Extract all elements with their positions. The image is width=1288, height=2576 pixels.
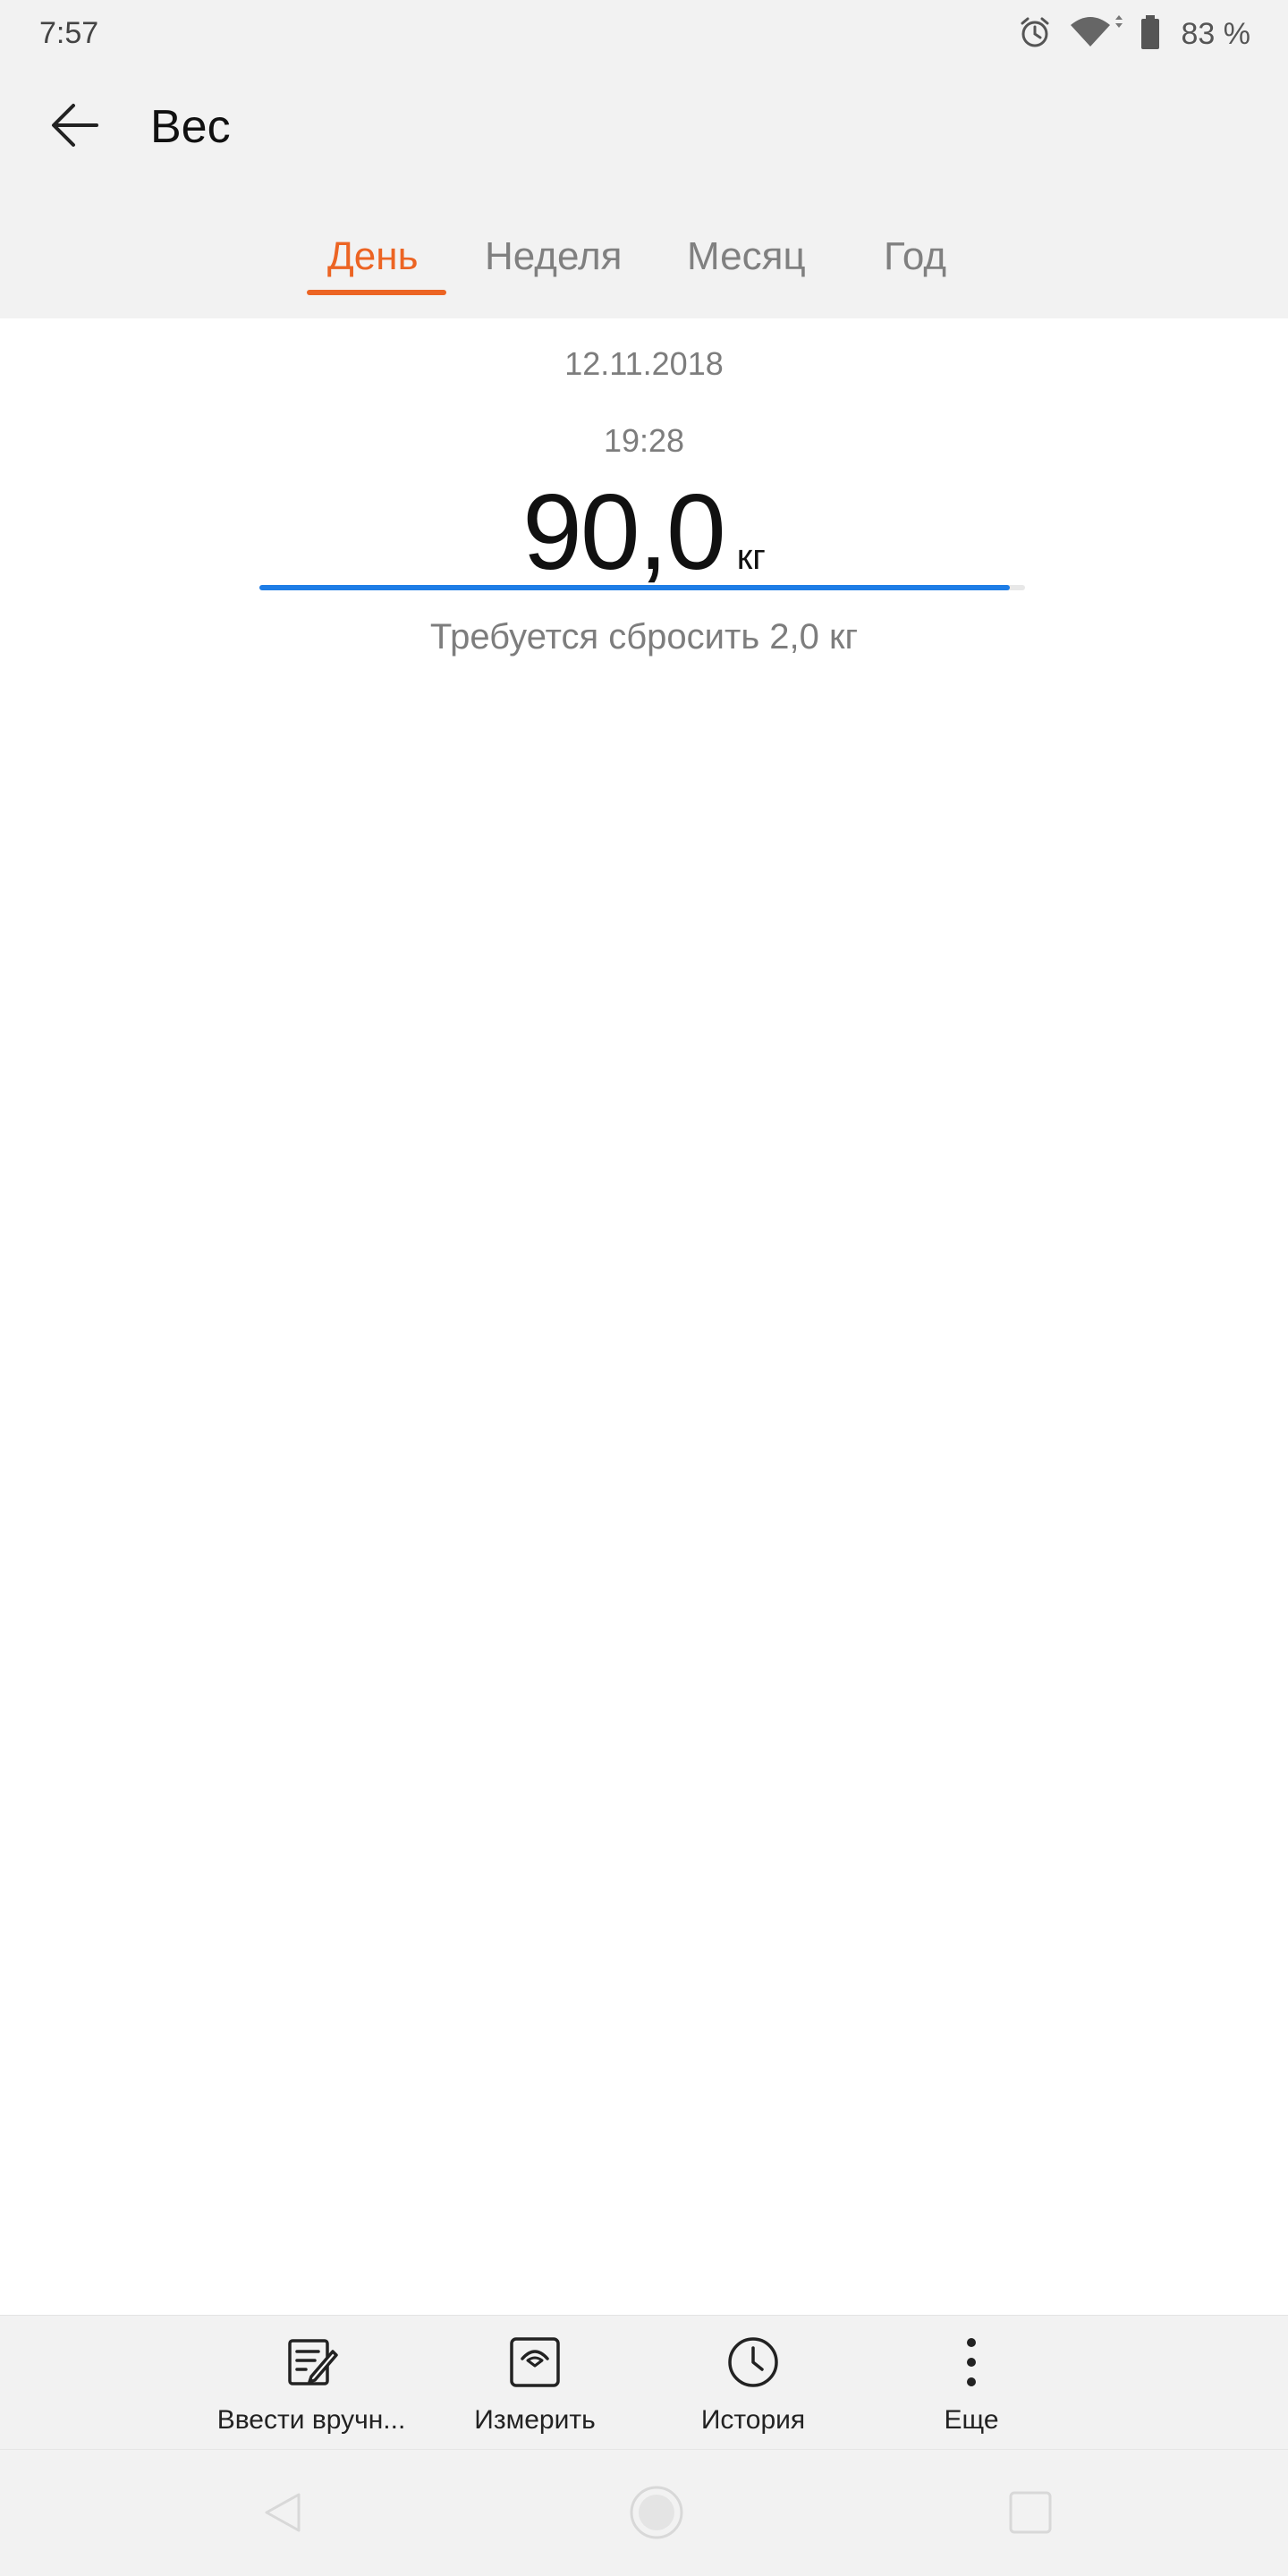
- square-recents-icon: [1007, 2489, 1054, 2540]
- screen: 7:57 83 % Вес День Неделя Месяц Год 12.1…: [0, 0, 1288, 2576]
- nav-home-button[interactable]: [628, 2486, 685, 2543]
- tab-month[interactable]: Месяц: [687, 234, 806, 279]
- goal-progress-bar: [259, 585, 1025, 590]
- manual-entry-button[interactable]: Ввести вручн...: [204, 2316, 419, 2450]
- goal-text: Требуется сбросить 2,0 кг: [429, 617, 859, 657]
- weight-content: 12.11.2018 19:28 90,0 кг Требуется сброс…: [0, 318, 1288, 2315]
- edit-note-icon: [284, 2335, 338, 2389]
- action-bar: Ввести вручн... Измерить История Еще: [0, 2315, 1288, 2450]
- nav-back-button[interactable]: [254, 2486, 311, 2543]
- scale-icon: [508, 2335, 562, 2389]
- system-nav-bar: [0, 2449, 1288, 2576]
- nav-recents-button[interactable]: [1002, 2486, 1059, 2543]
- more-button[interactable]: Еще: [864, 2316, 1079, 2450]
- clock-icon: [726, 2335, 780, 2389]
- history-label: История: [700, 2405, 806, 2435]
- tab-week[interactable]: Неделя: [485, 234, 622, 279]
- circle-home-icon: [628, 2484, 685, 2546]
- goal-progress-fill: [259, 585, 1010, 590]
- more-label: Еще: [944, 2405, 999, 2435]
- period-tabs: День Неделя Месяц Год: [0, 184, 1288, 318]
- tab-day[interactable]: День: [327, 234, 419, 279]
- weight-unit: кг: [736, 538, 766, 577]
- page-title: Вес: [150, 101, 231, 153]
- more-vertical-icon: [945, 2335, 998, 2389]
- arrow-left-icon: [48, 98, 102, 157]
- triangle-back-icon: [259, 2489, 306, 2540]
- measure-button[interactable]: Измерить: [428, 2316, 642, 2450]
- status-bar: 7:57 83 %: [0, 0, 1288, 68]
- app-bar: Вес: [0, 68, 1288, 184]
- weight-value: 90,0: [522, 472, 726, 592]
- back-button[interactable]: [39, 91, 111, 163]
- tab-year[interactable]: Год: [884, 234, 946, 279]
- tab-indicator: [307, 290, 446, 295]
- status-time: 7:57: [39, 16, 99, 50]
- alarm-icon: [1017, 14, 1053, 55]
- manual-entry-label: Ввести вручн...: [216, 2405, 406, 2435]
- wifi-icon: [1069, 14, 1124, 55]
- battery-icon: [1140, 14, 1160, 55]
- measurement-date: 12.11.2018: [564, 345, 724, 382]
- weight-readout: 90,0 кг: [0, 470, 1288, 594]
- status-icons: 83 %: [1017, 13, 1251, 55]
- history-button[interactable]: История: [646, 2316, 860, 2450]
- measurement-time: 19:28: [603, 422, 685, 459]
- measure-label: Измерить: [474, 2405, 596, 2435]
- battery-percent: 83 %: [1181, 16, 1251, 51]
